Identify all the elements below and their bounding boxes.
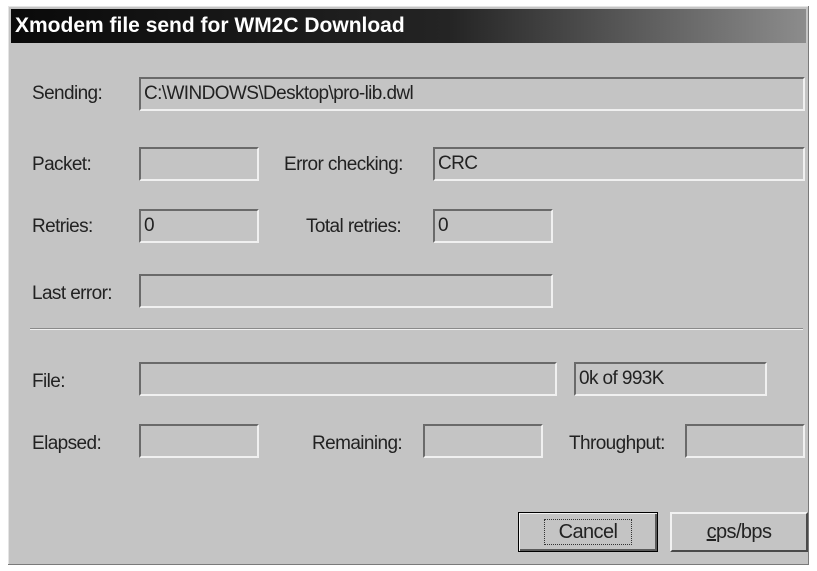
cps-bps-button-label: cps/bps: [707, 521, 772, 544]
retries-field: 0: [139, 209, 259, 243]
last-error-label: Last error:: [32, 283, 113, 304]
cancel-button-label: Cancel: [543, 519, 633, 545]
separator: [30, 328, 803, 330]
error-checking-field: CRC: [433, 147, 805, 181]
last-error-field: [139, 274, 553, 308]
elapsed-field: [139, 424, 259, 458]
throughput-field: [685, 424, 805, 458]
packet-label: Packet:: [32, 154, 92, 175]
throughput-label: Throughput:: [569, 433, 665, 454]
sending-field: C:\WINDOWS\Desktop\pro-lib.dwl: [139, 77, 805, 111]
error-checking-label: Error checking:: [284, 154, 403, 175]
elapsed-label: Elapsed:: [32, 433, 102, 454]
remaining-label: Remaining:: [312, 433, 403, 454]
cps-bps-button[interactable]: cps/bps: [670, 512, 808, 552]
packet-field: [139, 147, 259, 181]
retries-label: Retries:: [32, 216, 93, 237]
cancel-button[interactable]: Cancel: [518, 512, 658, 552]
file-progress-bar: [139, 362, 557, 396]
sending-label: Sending:: [32, 83, 103, 104]
total-retries-label: Total retries:: [306, 216, 402, 237]
file-label: File:: [32, 371, 66, 392]
total-retries-field: 0: [433, 209, 553, 243]
xmodem-dialog: Xmodem file send for WM2C Download Sendi…: [8, 6, 809, 565]
cps-bps-label-rest: ps/bps: [716, 520, 772, 543]
file-size-field: 0k of 993K: [574, 362, 767, 396]
cps-bps-mnemonic: c: [706, 520, 717, 543]
title-bar: Xmodem file send for WM2C Download: [11, 9, 806, 43]
remaining-field: [423, 424, 543, 458]
